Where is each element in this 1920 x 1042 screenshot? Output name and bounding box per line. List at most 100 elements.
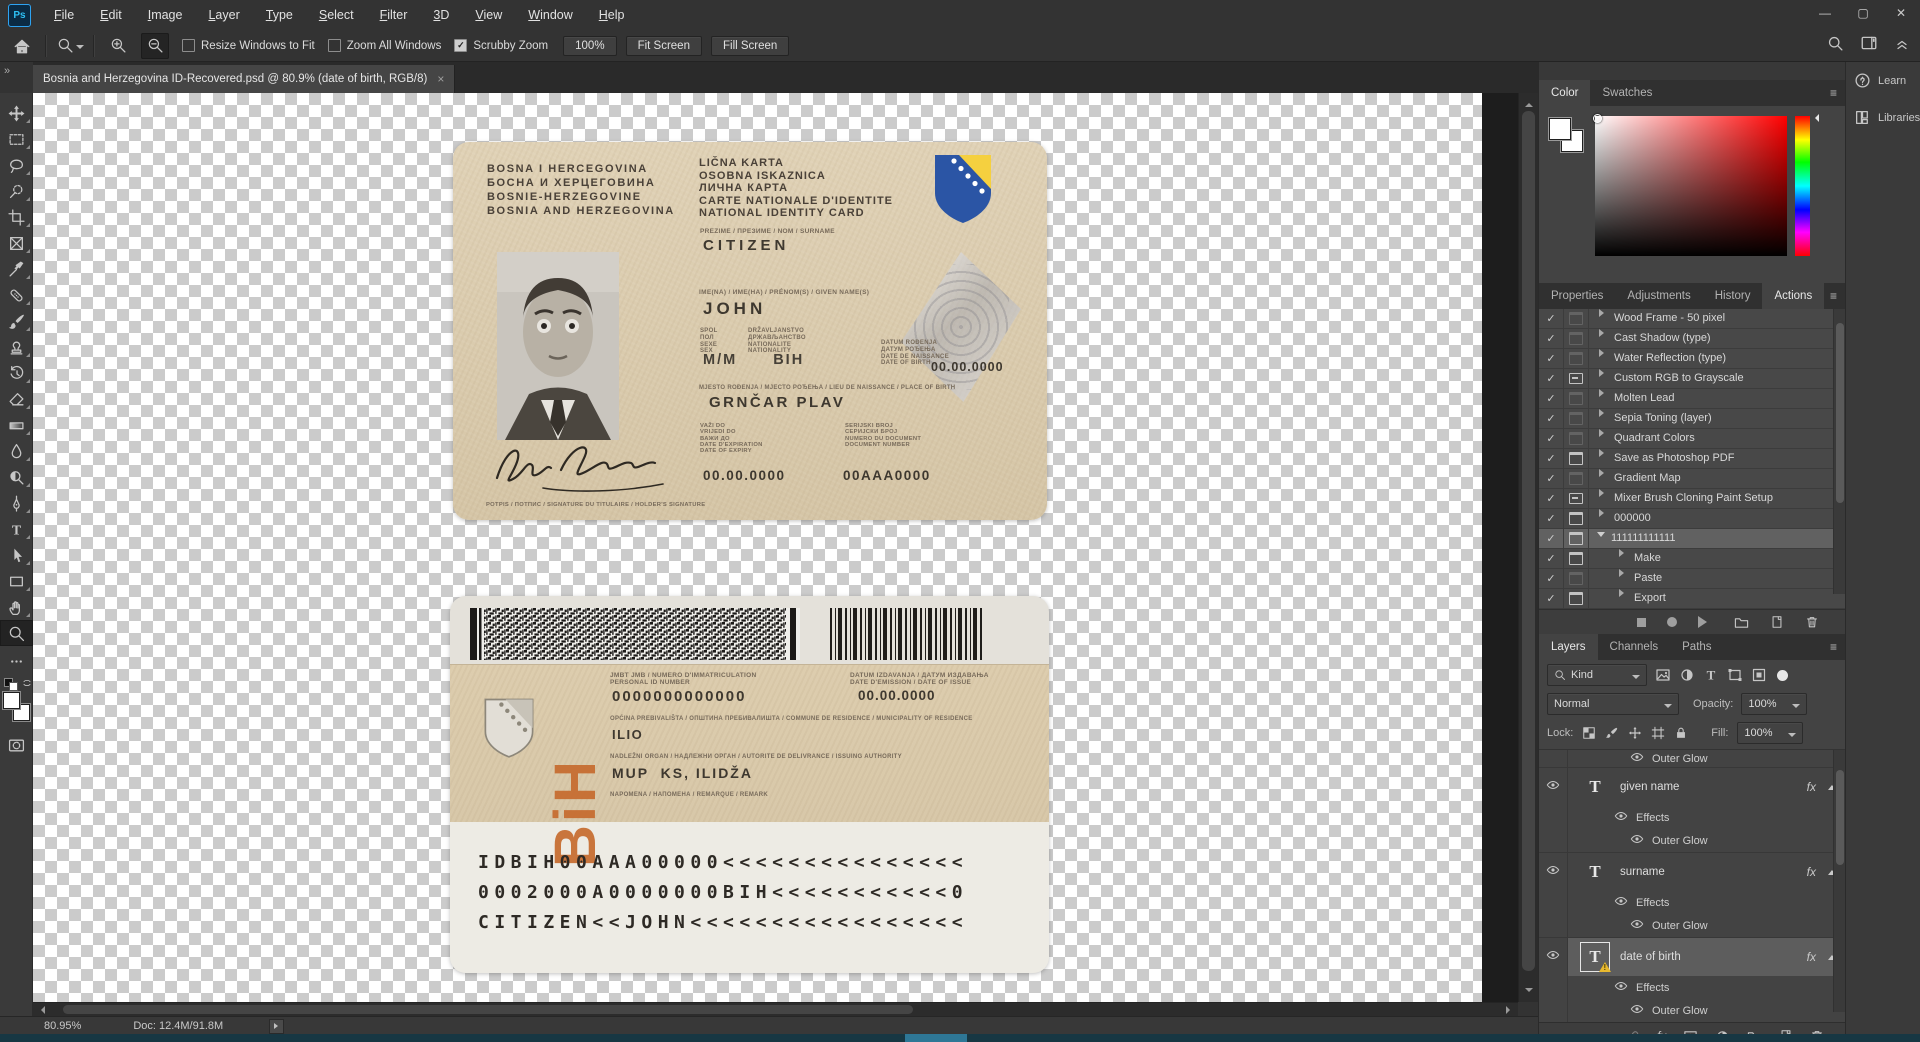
minimize-button[interactable]: — [1806, 0, 1844, 28]
horizontal-scrollbar[interactable] [33, 1002, 1518, 1017]
swap-colors-icon[interactable] [22, 678, 32, 688]
zoom-tool-preset-icon[interactable] [56, 33, 84, 59]
action-row[interactable]: ✓ Paste [1539, 569, 1846, 589]
action-dialog-toggle[interactable] [1564, 409, 1589, 428]
chevron-right-icon[interactable] [1599, 509, 1608, 517]
action-dialog-toggle[interactable] [1564, 509, 1589, 528]
action-dialog-toggle[interactable] [1564, 529, 1589, 548]
action-dialog-toggle[interactable] [1564, 589, 1589, 608]
rectangle-tool[interactable] [0, 568, 33, 594]
delete-action-icon[interactable] [1805, 615, 1819, 629]
chevron-right-icon[interactable] [1619, 569, 1628, 577]
blur-tool[interactable] [0, 438, 33, 464]
fill-screen-button[interactable]: Fill Screen [710, 35, 790, 56]
fx-badge[interactable]: fx [1807, 865, 1816, 879]
move-tool[interactable] [0, 100, 33, 126]
scrubby-zoom-checkbox[interactable]: ✓ Scrubby Zoom [454, 39, 548, 52]
chevron-right-icon[interactable] [1599, 449, 1608, 457]
layer-effect-row[interactable]: Outer Glow [1539, 914, 1846, 937]
type-layer-thumbnail-warning[interactable]: T [1580, 942, 1611, 972]
action-check-icon[interactable]: ✓ [1539, 529, 1564, 548]
saturation-brightness-field[interactable] [1593, 114, 1787, 256]
action-dialog-toggle[interactable] [1564, 549, 1589, 568]
type-layer-thumbnail[interactable]: T [1582, 859, 1608, 885]
visibility-eye-icon[interactable] [1546, 948, 1560, 967]
visibility-eye-icon[interactable] [1630, 917, 1644, 934]
brush-tool[interactable] [0, 308, 33, 334]
zoom-out-icon[interactable] [141, 32, 169, 59]
zoom-percentage[interactable]: 80.95% [44, 1020, 81, 1032]
action-row[interactable]: ✓ Mixer Brush Cloning Paint Setup [1539, 489, 1846, 509]
close-button[interactable]: ✕ [1882, 0, 1920, 28]
visibility-eye-icon[interactable] [1546, 863, 1560, 882]
action-dialog-toggle[interactable] [1564, 469, 1589, 488]
type-tool[interactable]: T [0, 516, 33, 542]
layer-effects-row[interactable]: Effects [1539, 891, 1846, 914]
tab-layers[interactable]: Layers [1539, 634, 1598, 660]
zoom-100-button[interactable]: 100% [563, 35, 617, 56]
scroll-left-icon[interactable] [37, 1006, 45, 1014]
menu-help[interactable]: Help [586, 1, 638, 30]
gradient-tool[interactable] [0, 412, 33, 438]
action-row[interactable]: ✓ Molten Lead [1539, 389, 1846, 409]
action-check-icon[interactable]: ✓ [1539, 509, 1564, 528]
tab-channels[interactable]: Channels [1598, 634, 1671, 660]
action-dialog-toggle[interactable] [1564, 369, 1589, 388]
action-dialog-toggle[interactable] [1564, 429, 1589, 448]
action-check-icon[interactable]: ✓ [1539, 349, 1564, 368]
visibility-eye-icon[interactable] [1630, 750, 1644, 767]
lock-artboard-icon[interactable] [1651, 726, 1665, 740]
new-action-icon[interactable] [1770, 615, 1784, 629]
taskbar-active-segment[interactable] [905, 1034, 967, 1042]
pen-tool[interactable] [0, 490, 33, 516]
layer-effect-row[interactable]: Outer Glow [1539, 999, 1846, 1022]
action-dialog-toggle[interactable] [1564, 329, 1589, 348]
layer-effects-row[interactable]: Effects [1539, 806, 1846, 829]
search-icon[interactable] [1827, 35, 1844, 52]
fx-badge[interactable]: fx [1807, 780, 1816, 794]
action-row[interactable]: ✓ Sepia Toning (layer) [1539, 409, 1846, 429]
hand-tool[interactable] [0, 594, 33, 620]
action-row[interactable]: ✓ Cast Shadow (type) [1539, 329, 1846, 349]
action-row[interactable]: ✓ Make [1539, 549, 1846, 569]
action-dialog-toggle[interactable] [1564, 489, 1589, 508]
scroll-up-icon[interactable] [1525, 99, 1533, 107]
fill-dropdown[interactable]: 100% [1737, 722, 1804, 744]
chevron-right-icon[interactable] [1599, 389, 1608, 397]
action-row[interactable]: ✓ Custom RGB to Grayscale [1539, 369, 1846, 389]
tab-swatches[interactable]: Swatches [1590, 80, 1664, 106]
quick-mask-icon[interactable] [0, 732, 33, 758]
layer-effect-row[interactable]: Outer Glow [1539, 829, 1846, 852]
panel-menu-icon[interactable]: ≡ [1830, 86, 1838, 100]
layer-row-given-name[interactable]: T given name fx [1539, 767, 1846, 806]
action-row[interactable]: ✓ Save as Photoshop PDF [1539, 449, 1846, 469]
action-row-selected[interactable]: ✓ 111111111111 [1539, 529, 1846, 549]
panel-menu-icon[interactable]: ≡ [1830, 289, 1838, 303]
visibility-eye-icon[interactable] [1614, 894, 1628, 911]
quick-selection-tool[interactable] [0, 178, 33, 204]
restore-button[interactable]: ▢ [1844, 0, 1882, 28]
action-check-icon[interactable]: ✓ [1539, 489, 1564, 508]
tab-properties[interactable]: Properties [1539, 283, 1615, 309]
tab-history[interactable]: History [1703, 283, 1763, 309]
lock-all-icon[interactable] [1674, 726, 1688, 740]
chevron-right-icon[interactable] [1599, 369, 1608, 377]
chevron-right-icon[interactable] [1599, 429, 1608, 437]
opacity-dropdown[interactable]: 100% [1741, 693, 1808, 715]
action-dialog-toggle[interactable] [1564, 309, 1589, 328]
history-brush-tool[interactable] [0, 360, 33, 386]
vertical-scroll-thumb[interactable] [1522, 111, 1535, 971]
edit-toolbar-icon[interactable] [0, 648, 33, 674]
frame-tool[interactable] [0, 230, 33, 256]
action-row[interactable]: ✓ Wood Frame - 50 pixel [1539, 309, 1846, 329]
action-check-icon[interactable]: ✓ [1539, 369, 1564, 388]
zoom-all-windows-checkbox[interactable]: Zoom All Windows [327, 39, 441, 52]
action-check-icon[interactable]: ✓ [1539, 389, 1564, 408]
workspace-switcher-icon[interactable] [1860, 34, 1878, 52]
panel-menu-icon[interactable]: ≡ [1830, 640, 1838, 654]
layer-row-date-of-birth-selected[interactable]: T date of birth fx [1539, 937, 1846, 976]
menu-view[interactable]: View [462, 1, 515, 30]
action-check-icon[interactable]: ✓ [1539, 329, 1564, 348]
action-check-icon[interactable]: ✓ [1539, 569, 1564, 588]
scroll-down-icon[interactable] [1525, 988, 1533, 996]
